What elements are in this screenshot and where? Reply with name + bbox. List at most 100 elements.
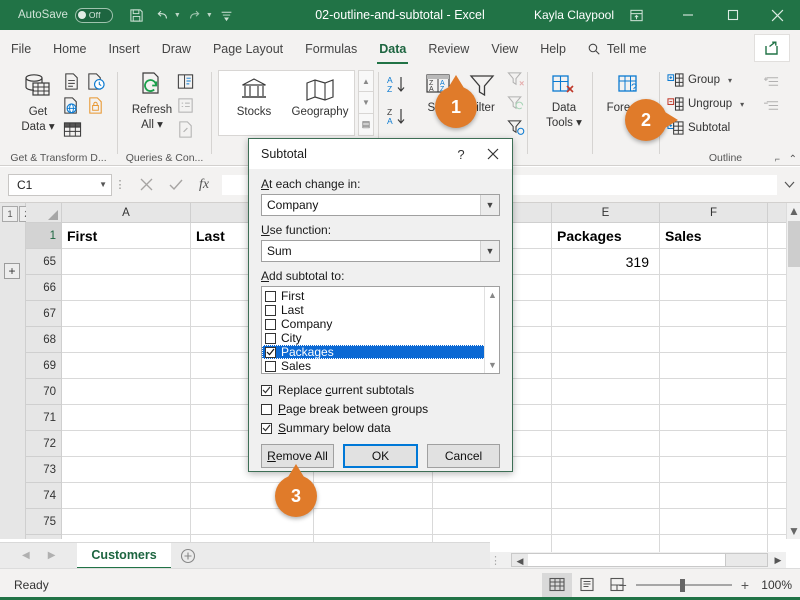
user-account-area[interactable]: Kayla Claypool — [534, 0, 648, 30]
row-header-65[interactable]: 65 — [26, 249, 61, 275]
zoom-level-label[interactable]: 100% — [758, 578, 792, 592]
autosave-toggle[interactable]: Off — [74, 7, 113, 23]
cell-f73[interactable] — [660, 457, 768, 482]
checkbox-company[interactable] — [265, 318, 276, 330]
vertical-scrollbar[interactable]: ▲ ▼ — [786, 203, 800, 539]
row-header-75[interactable]: 75 — [26, 509, 61, 535]
restore-icon[interactable] — [710, 0, 755, 30]
cell-d75[interactable] — [433, 509, 552, 534]
cell-e70[interactable] — [552, 379, 660, 404]
from-web-icon[interactable] — [62, 96, 81, 115]
checkbox-last[interactable] — [265, 304, 276, 316]
cell-f67[interactable] — [660, 301, 768, 326]
zoom-out-button[interactable]: − — [619, 577, 627, 593]
tab-page-layout[interactable]: Page Layout — [202, 32, 294, 66]
hide-detail-icon[interactable] — [763, 98, 780, 113]
from-text-csv-icon[interactable] — [62, 72, 81, 91]
list-item[interactable]: Last — [262, 303, 499, 317]
cell-a1[interactable]: First — [62, 223, 191, 248]
ok-button[interactable]: OK — [343, 444, 418, 468]
row-header-74[interactable]: 74 — [26, 483, 61, 509]
checkbox-city[interactable] — [265, 332, 276, 344]
scroll-up-icon[interactable]: ▲ — [485, 287, 499, 303]
row-header-67[interactable]: 67 — [26, 301, 61, 327]
list-item[interactable]: City — [262, 331, 499, 345]
minimize-icon[interactable] — [665, 0, 710, 30]
undo-icon[interactable] — [151, 4, 175, 26]
from-table-range-icon[interactable] — [62, 120, 83, 139]
stocks-button[interactable]: Stocks — [224, 76, 284, 119]
cell-c74[interactable] — [314, 483, 433, 508]
checkbox-first[interactable] — [265, 290, 276, 302]
tab-draw[interactable]: Draw — [151, 32, 202, 66]
customize-quick-access-toolbar-icon[interactable] — [215, 4, 239, 26]
cell-f66[interactable] — [660, 275, 768, 300]
tab-review[interactable]: Review — [417, 32, 480, 66]
column-header-e[interactable]: E — [552, 203, 660, 223]
cell-a68[interactable] — [62, 327, 191, 352]
list-item[interactable]: Company — [262, 317, 499, 331]
show-detail-icon[interactable] — [763, 74, 780, 89]
add-subtotal-listbox[interactable]: First Last Company City Packages Sales ▲… — [261, 286, 500, 374]
group-button[interactable]: Group ▾ — [667, 72, 732, 88]
horizontal-scroll-thumb[interactable] — [528, 554, 726, 566]
checkbox-summary-below-data[interactable] — [261, 422, 272, 434]
cell-a66[interactable] — [62, 275, 191, 300]
normal-view-icon[interactable] — [542, 572, 572, 597]
at-each-change-combo[interactable]: Company ▼ — [261, 194, 500, 216]
checkbox-replace-current-subtotals[interactable] — [261, 384, 272, 396]
cell-a70[interactable] — [62, 379, 191, 404]
tab-view[interactable]: View — [480, 32, 529, 66]
data-tools-button[interactable]: Data Tools ▾ — [534, 72, 594, 130]
redo-dropdown-icon[interactable]: ▼ — [206, 12, 213, 19]
replace-current-subtotals-row[interactable]: Replace current subtotals — [261, 383, 500, 397]
cell-e75[interactable] — [552, 509, 660, 534]
cell-f70[interactable] — [660, 379, 768, 404]
use-function-combo[interactable]: Sum ▼ — [261, 240, 500, 262]
ribbon-display-options-icon[interactable] — [624, 4, 648, 26]
gallery-more-icon[interactable]: ▤ — [358, 114, 374, 136]
row-header-68[interactable]: 68 — [26, 327, 61, 353]
existing-connections-icon[interactable] — [86, 96, 105, 115]
row-header-70[interactable]: 70 — [26, 379, 61, 405]
insert-function-icon[interactable]: fx — [199, 177, 209, 193]
cell-f74[interactable] — [660, 483, 768, 508]
cell-e72[interactable] — [552, 431, 660, 456]
row-header-72[interactable]: 72 — [26, 431, 61, 457]
cell-e67[interactable] — [552, 301, 660, 326]
cell-a75[interactable] — [62, 509, 191, 534]
row-header-71[interactable]: 71 — [26, 405, 61, 431]
list-item-selected[interactable]: Packages — [262, 345, 494, 359]
cell-e69[interactable] — [552, 353, 660, 378]
checkbox-packages[interactable] — [265, 346, 276, 358]
gallery-scroll[interactable]: ▲ ▼ ▤ — [358, 70, 374, 136]
row-header-73[interactable]: 73 — [26, 457, 61, 483]
help-icon[interactable]: ? — [446, 141, 476, 167]
gallery-scroll-down-icon[interactable]: ▼ — [358, 92, 374, 114]
properties-icon[interactable] — [176, 96, 195, 115]
tab-home[interactable]: Home — [42, 32, 97, 66]
cell-f75[interactable] — [660, 509, 768, 534]
add-sheet-icon[interactable] — [171, 543, 205, 569]
collapse-ribbon-icon[interactable]: ⌃ — [789, 154, 797, 165]
name-box[interactable]: C1 ▼ — [8, 173, 112, 196]
cell-e74[interactable] — [552, 483, 660, 508]
cancel-icon[interactable] — [140, 178, 153, 191]
column-header-f[interactable]: F — [660, 203, 768, 223]
sheet-tab-customers[interactable]: Customers — [77, 542, 171, 569]
checkbox-page-break-between-groups[interactable] — [261, 403, 272, 415]
cell-e65[interactable]: 319 — [552, 249, 660, 274]
cell-a74[interactable] — [62, 483, 191, 508]
recent-sources-icon[interactable] — [86, 72, 105, 91]
checkbox-sales[interactable] — [265, 360, 276, 372]
scroll-up-icon[interactable]: ▲ — [787, 203, 800, 219]
scroll-left-icon[interactable]: ◀ — [512, 554, 528, 568]
sort-a-to-z-icon[interactable]: AZ — [386, 74, 412, 96]
chevron-down-icon[interactable]: ▼ — [480, 241, 499, 261]
cell-e73[interactable] — [552, 457, 660, 482]
cell-f72[interactable] — [660, 431, 768, 456]
tab-file[interactable]: File — [0, 32, 42, 66]
queries-and-connections-icon[interactable] — [176, 72, 195, 91]
scrollbar-split-handle[interactable]: ⋮ — [490, 554, 501, 567]
row-header-1[interactable]: 1 — [26, 223, 61, 249]
